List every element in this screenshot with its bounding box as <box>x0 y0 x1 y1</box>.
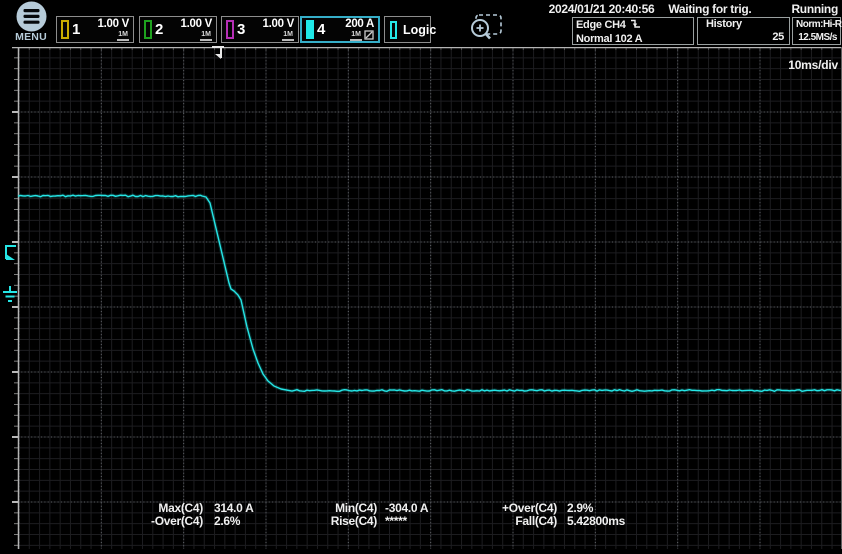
channel-1-scale: 1.00 V <box>98 18 129 30</box>
impedance-1m-icon: 1M <box>200 31 212 41</box>
menu-label: MENU <box>8 32 54 43</box>
timebase-label: 10ms/div <box>788 58 838 72</box>
acquisition-box[interactable]: Norm:Hi-Res 12.5MS/s <box>792 17 841 45</box>
channel-1-box[interactable]: 1 1.00 V 1M <box>56 16 134 43</box>
channel-2-scale: 1.00 V <box>181 18 212 30</box>
impedance-1m-icon: 1M <box>350 31 362 41</box>
channel-4-number: 4 <box>317 22 325 37</box>
datetime: 2024/01/21 20:40:56 <box>549 2 655 16</box>
waveform-display-area <box>12 47 842 554</box>
ch4-waveform-trace <box>18 195 841 391</box>
zoom-search-icon[interactable] <box>466 13 506 49</box>
channel-2-number: 2 <box>155 22 163 37</box>
ch4-waveform-trace <box>18 195 841 391</box>
probe-icon <box>364 27 374 45</box>
channel-2-color-bar <box>144 20 152 39</box>
sample-rate: 12.5MS/s <box>796 31 837 44</box>
trigger-position-icon[interactable] <box>209 45 227 66</box>
channel-4-box[interactable]: 4 200 A 1M <box>300 16 380 43</box>
measurement-column-2: Min(C4)-304.0 A Rise(C4)***** <box>270 502 428 528</box>
channel-3-color-bar <box>226 20 234 39</box>
top-status-bar: MENU 1 1.00 V 1M 2 1.00 V 1M 3 1.00 V 1M… <box>0 0 842 46</box>
acquisition-mode: Norm:Hi-Res <box>796 18 837 31</box>
logic-color-bar <box>390 21 397 39</box>
trigger-status: Waiting for trig. <box>668 2 751 16</box>
status-line: 2024/01/21 20:40:56 Waiting for trig. Ru… <box>420 2 838 16</box>
measurement-row: Fall(C4)5.42800ms <box>445 515 625 528</box>
trigger-type: Edge CH4 <box>576 19 626 31</box>
trigger-level-icon[interactable] <box>2 244 18 271</box>
graticule-grid <box>12 47 842 549</box>
impedance-1m-icon: 1M <box>117 31 129 41</box>
logic-label: Logic <box>403 23 436 37</box>
history-label: History <box>701 18 786 31</box>
channel-2-box[interactable]: 2 1.00 V 1M <box>139 16 217 43</box>
run-status: Running <box>791 2 838 16</box>
trigger-mode-level: Normal 102 A <box>576 33 690 46</box>
channel-3-box[interactable]: 3 1.00 V 1M <box>221 16 299 43</box>
falling-edge-icon <box>630 18 641 33</box>
channel-3-number: 3 <box>237 22 245 37</box>
measurement-row: Rise(C4)***** <box>270 515 428 528</box>
history-value: 25 <box>701 31 786 44</box>
measurement-column-3: +Over(C4)2.9% Fall(C4)5.42800ms <box>445 502 625 528</box>
channel-1-number: 1 <box>72 22 80 37</box>
menu-icon <box>8 1 54 32</box>
channel-1-color-bar <box>61 20 69 39</box>
impedance-1m-icon: 1M <box>282 31 294 41</box>
trigger-settings-box[interactable]: Edge CH4 Normal 102 A <box>572 17 694 45</box>
history-box[interactable]: History 25 <box>697 17 790 45</box>
ground-level-icon <box>2 286 18 309</box>
logic-box[interactable]: Logic <box>384 16 431 43</box>
channel-4-color-bar <box>306 20 314 39</box>
measurement-column-1: Max(C4)314.0 A -Over(C4)2.6% <box>88 502 253 528</box>
channel-3-scale: 1.00 V <box>263 18 294 30</box>
measurement-row: -Over(C4)2.6% <box>88 515 253 528</box>
menu-button[interactable]: MENU <box>8 1 54 43</box>
